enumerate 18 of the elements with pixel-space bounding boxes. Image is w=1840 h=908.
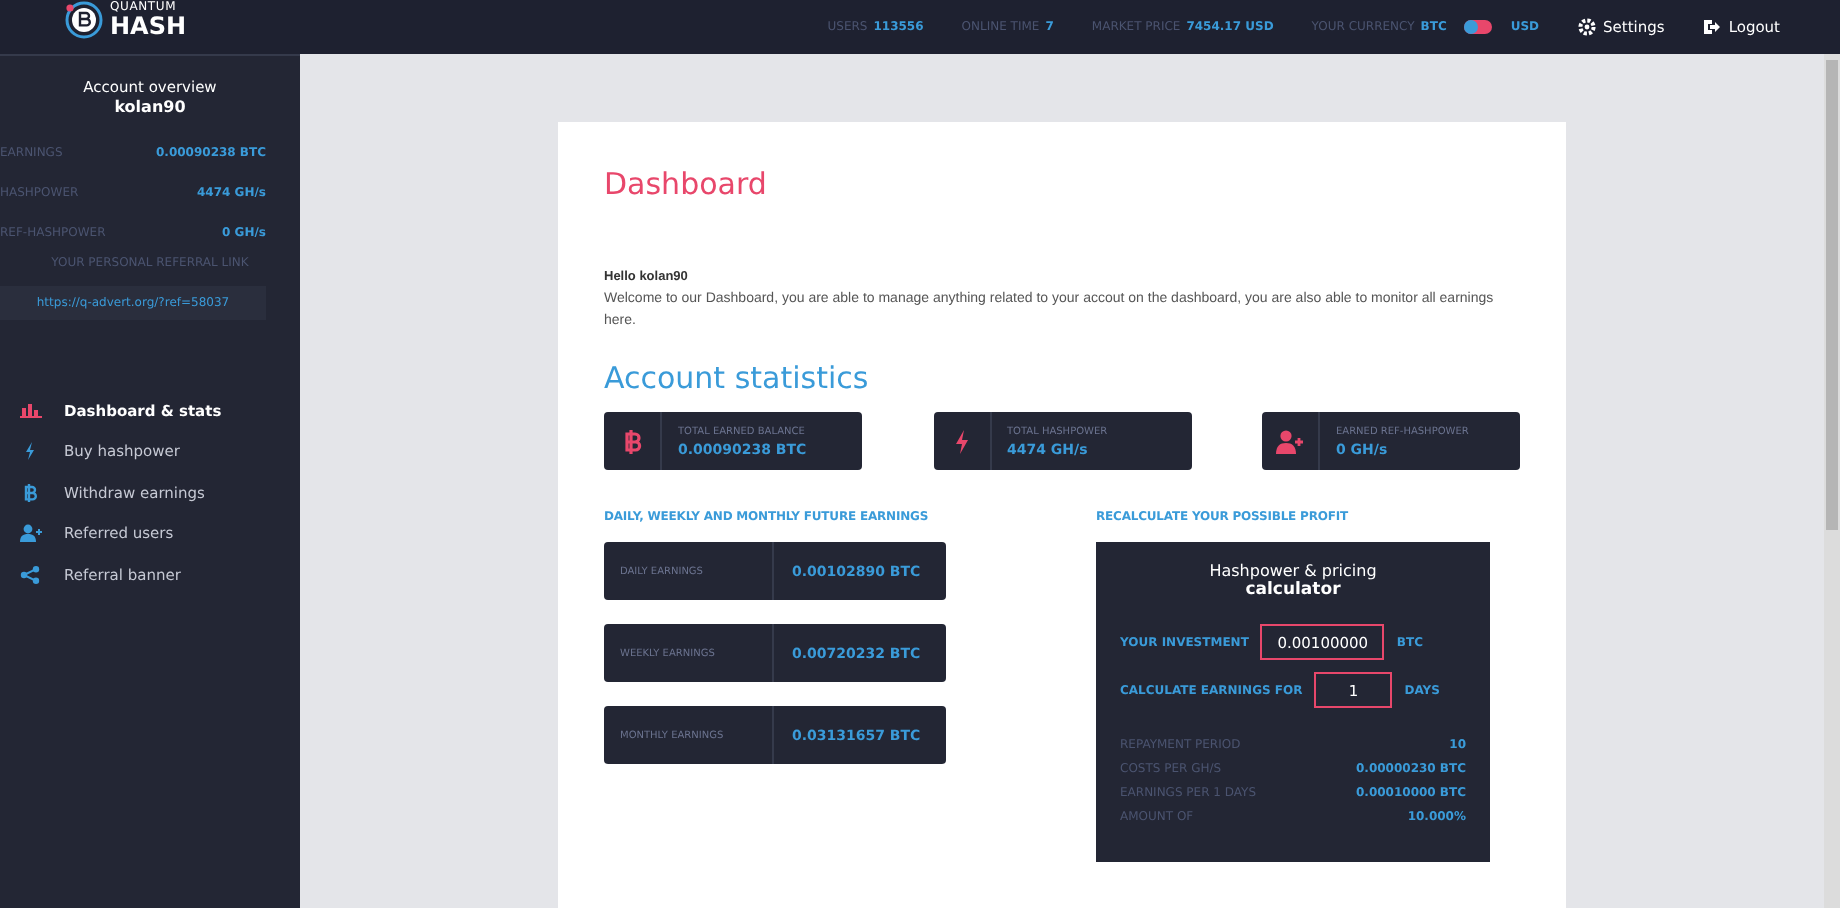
add-user-icon (20, 524, 42, 543)
calculator-heading: Hashpower & pricing (1207, 562, 1379, 581)
bar-chart-icon (20, 402, 42, 419)
share-icon (20, 565, 42, 584)
bitcoin-icon (622, 429, 642, 454)
lightning-icon (951, 429, 971, 454)
currency-toggle[interactable] (1464, 20, 1493, 34)
section-title: Account statistics (604, 360, 871, 397)
add-user-icon (1276, 429, 1304, 454)
bitcoin-icon (20, 483, 42, 502)
logo-text-large: HASH (110, 13, 187, 37)
gear-icon (1577, 18, 1596, 36)
calculator-subheading: calculator (1243, 580, 1343, 601)
page-title: Dashboard (604, 166, 769, 202)
scrollbar[interactable] (1824, 54, 1840, 908)
scrollbar-thumb[interactable] (1826, 60, 1838, 530)
username: kolan90 (112, 98, 188, 116)
exit-icon (1702, 18, 1721, 36)
